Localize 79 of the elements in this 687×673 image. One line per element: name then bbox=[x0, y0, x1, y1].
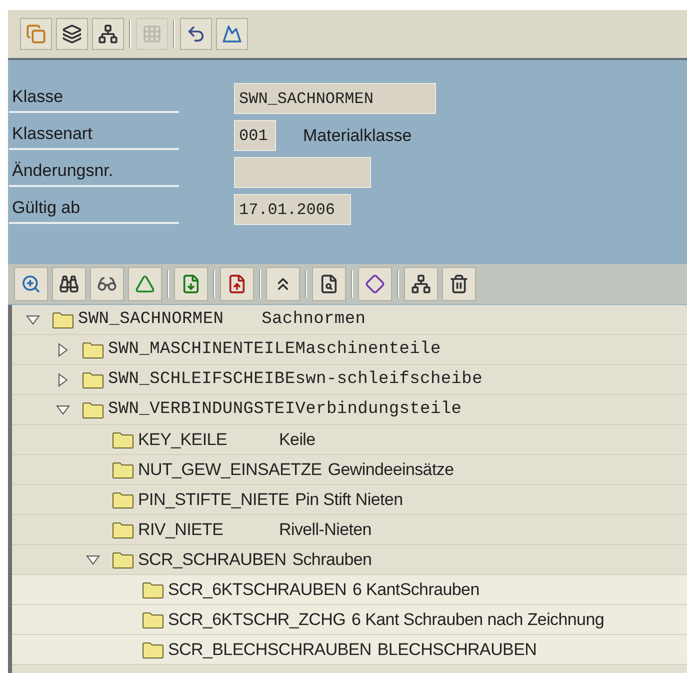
node-description: Maschinenteile bbox=[295, 338, 441, 361]
expanded-triangle-icon[interactable] bbox=[86, 552, 100, 566]
toolbar-button[interactable] bbox=[216, 18, 248, 50]
document-down-icon bbox=[181, 274, 201, 294]
toolbar-button[interactable] bbox=[312, 267, 346, 301]
hierarchy-icon bbox=[98, 24, 118, 44]
grid-icon bbox=[142, 24, 162, 44]
mountain-icon bbox=[222, 24, 242, 44]
search-icon bbox=[21, 274, 41, 294]
toolbar-button[interactable] bbox=[90, 267, 124, 301]
folder-icon bbox=[112, 430, 134, 448]
undo-icon bbox=[186, 24, 206, 44]
node-description: Rivell-Nieten bbox=[279, 518, 372, 541]
collapsed-triangle-icon[interactable] bbox=[56, 372, 70, 386]
toolbar-button[interactable] bbox=[442, 267, 476, 301]
input-field[interactable] bbox=[234, 157, 371, 188]
folder-icon bbox=[82, 400, 104, 418]
folder-icon bbox=[142, 610, 164, 628]
node-key[interactable]: SCR_6KTSCHR_ZCHG bbox=[168, 606, 346, 632]
node-key[interactable]: SCR_6KTSCHRAUBEN bbox=[168, 576, 346, 602]
document-up-icon bbox=[227, 274, 247, 294]
node-key[interactable]: KEY_KEILE bbox=[138, 426, 273, 452]
node-description: Sachnormen bbox=[262, 308, 366, 331]
stack-icon bbox=[62, 24, 82, 44]
node-key[interactable]: SWN_SACHNORMEN bbox=[78, 306, 262, 332]
node-key[interactable]: RIV_NIETE bbox=[138, 516, 273, 542]
input-field[interactable]: 001 bbox=[234, 120, 276, 151]
folder-icon bbox=[112, 460, 134, 478]
node-key[interactable]: SCR_BLECHSCHRAUBEN bbox=[168, 636, 372, 662]
copy-icon bbox=[26, 24, 46, 44]
binoculars-icon bbox=[59, 274, 79, 294]
node-description: 6 KantSchrauben bbox=[352, 578, 480, 601]
toolbar-button[interactable] bbox=[56, 18, 88, 50]
node-description: Gewindeeinsätze bbox=[328, 458, 454, 481]
field-description: Materialklasse bbox=[303, 124, 412, 147]
collapsed-triangle-icon[interactable] bbox=[56, 342, 70, 356]
trash-icon bbox=[449, 274, 469, 294]
folder-icon bbox=[142, 580, 164, 598]
toolbar-button[interactable] bbox=[14, 267, 48, 301]
node-key[interactable]: PIN_STIFTE_NIETE bbox=[138, 486, 290, 512]
field-label: Klasse bbox=[9, 84, 179, 114]
node-description: Schrauben bbox=[292, 548, 372, 571]
folder-icon bbox=[82, 340, 104, 358]
toolbar-button[interactable] bbox=[52, 267, 86, 301]
folder-icon bbox=[112, 520, 134, 538]
node-description: BLECHSCHRAUBEN bbox=[377, 638, 537, 661]
triangle-icon bbox=[135, 274, 155, 294]
input-field[interactable]: SWN_SACHNORMEN bbox=[234, 83, 436, 114]
toolbar-button[interactable] bbox=[404, 267, 438, 301]
node-key[interactable]: NUT_GEW_EINSAETZE bbox=[138, 456, 322, 482]
node-key[interactable]: SCR_SCHRAUBEN bbox=[138, 546, 286, 572]
node-description: Verbindungsteile bbox=[295, 398, 462, 421]
field-label: Gültig ab bbox=[9, 194, 179, 224]
toolbar-button[interactable] bbox=[358, 267, 392, 301]
input-field[interactable]: 17.01.2006 bbox=[234, 194, 351, 225]
node-key[interactable]: SWN_MASCHINENTEILE bbox=[108, 336, 296, 362]
node-description: 6 Kant Schrauben nach Zeichnung bbox=[352, 608, 604, 631]
expanded-triangle-icon[interactable] bbox=[26, 312, 40, 326]
toolbar-button[interactable] bbox=[180, 18, 212, 50]
folder-icon bbox=[112, 550, 134, 568]
node-description: swn-schleifscheibe bbox=[295, 368, 482, 391]
expanded-triangle-icon[interactable] bbox=[56, 402, 70, 416]
folder-icon bbox=[112, 490, 134, 508]
toolbar-button[interactable] bbox=[174, 267, 208, 301]
document-search-icon bbox=[319, 274, 339, 294]
toolbar-button[interactable] bbox=[266, 267, 300, 301]
node-description: Pin Stift Nieten bbox=[295, 488, 403, 511]
toolbar-button[interactable] bbox=[220, 267, 254, 301]
node-description: Keile bbox=[279, 428, 316, 451]
field-label: Klassenart bbox=[9, 120, 179, 150]
field-label: Änderungsnr. bbox=[9, 158, 179, 188]
toolbar-button[interactable] bbox=[92, 18, 124, 50]
hierarchy-icon bbox=[411, 274, 431, 294]
diamond-icon bbox=[365, 274, 385, 294]
folder-icon bbox=[82, 370, 104, 388]
folder-icon bbox=[52, 310, 74, 328]
node-key[interactable]: SWN_VERBINDUNGSTEI bbox=[108, 396, 296, 422]
folder-icon bbox=[142, 640, 164, 658]
node-key[interactable]: SWN_SCHLEIFSCHEIBE bbox=[108, 366, 296, 392]
